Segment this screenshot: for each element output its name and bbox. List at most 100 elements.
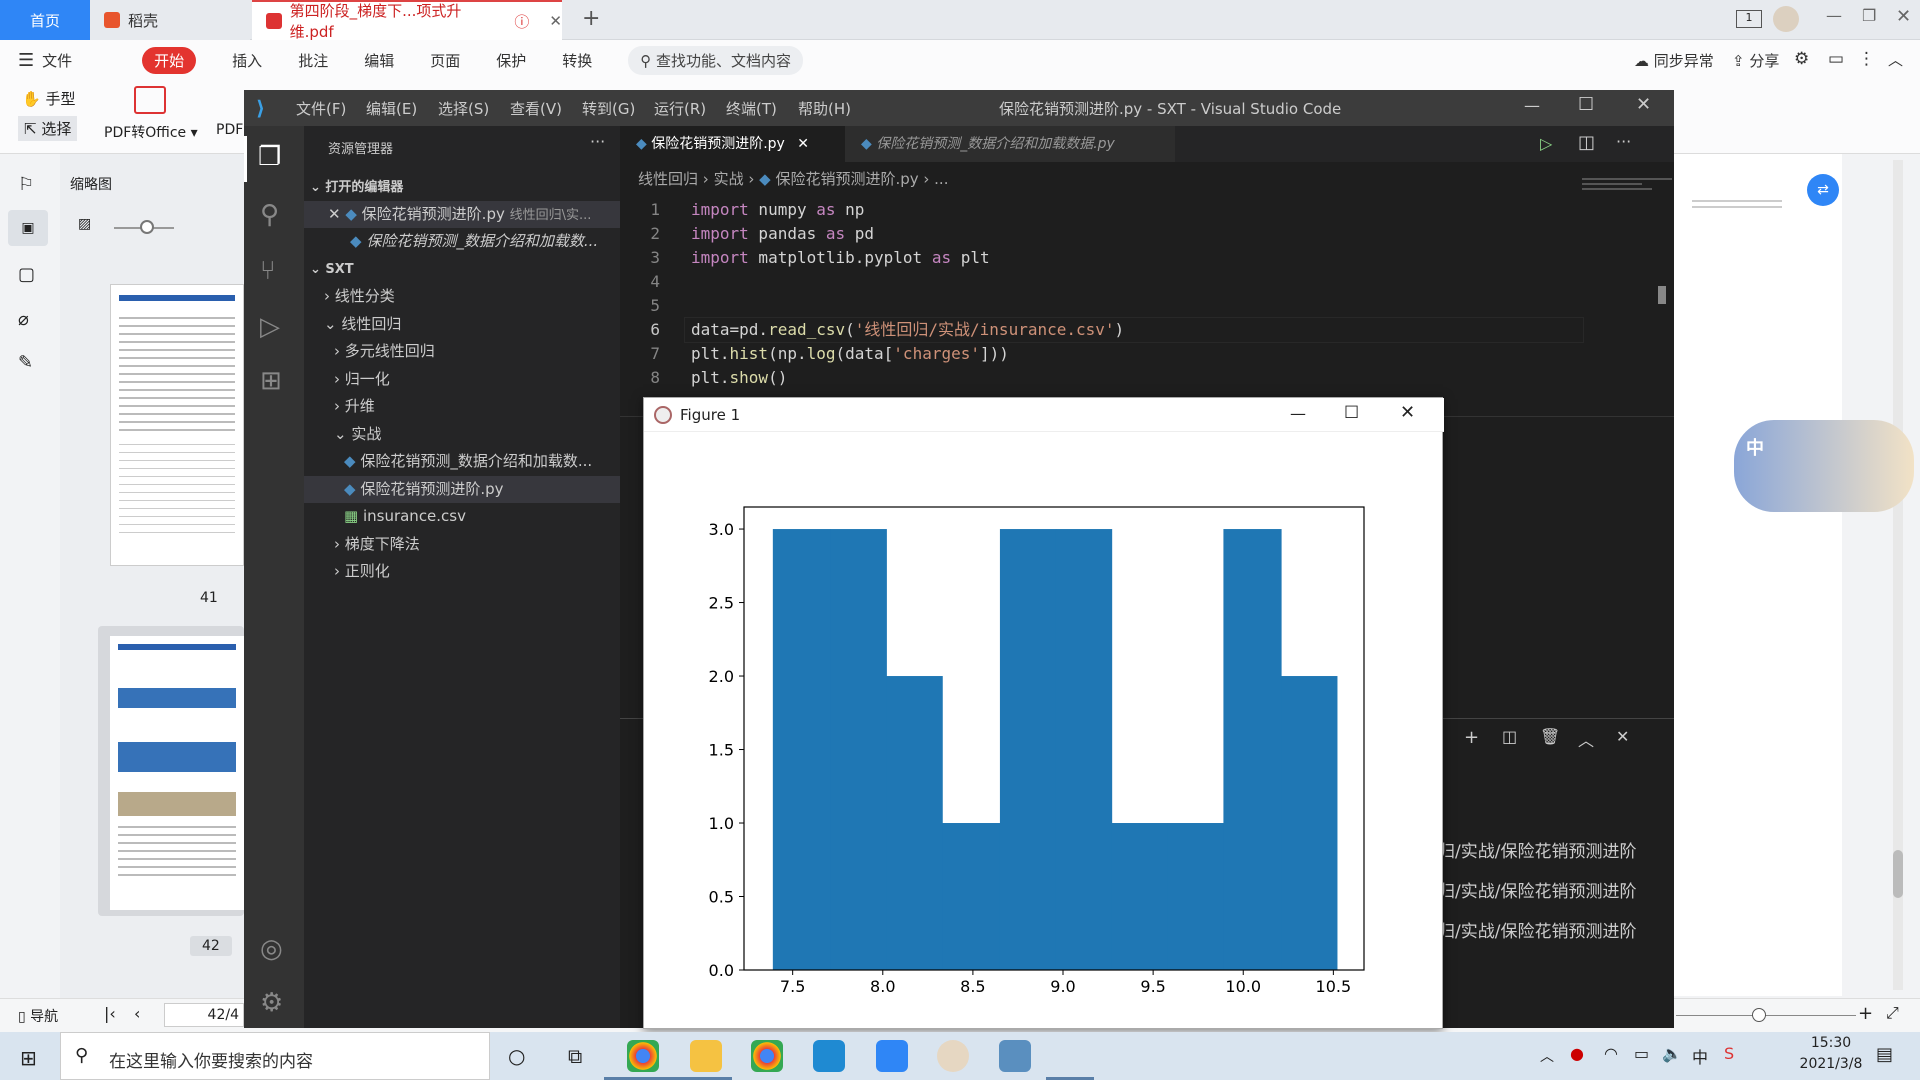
translate-float-icon[interactable]: ⇄ xyxy=(1807,174,1839,206)
collapse-ribbon-icon[interactable]: ︿ xyxy=(1888,49,1903,70)
vs-menu-view[interactable]: 查看(V) xyxy=(510,98,582,119)
pdf-scrollbar[interactable] xyxy=(1893,160,1903,990)
qq-tray-icon[interactable]: ● xyxy=(1570,1044,1584,1063)
zoom-slider-handle[interactable] xyxy=(140,220,154,234)
menu-convert[interactable]: 转换 xyxy=(562,50,592,71)
prev-page-icon[interactable]: ‹ xyxy=(134,1004,140,1023)
wps-home-tab[interactable]: 首页 xyxy=(0,0,90,40)
chrome-icon[interactable] xyxy=(627,1040,659,1072)
vs-menu-go[interactable]: 转到(G) xyxy=(582,98,654,119)
manage-gear-icon[interactable]: ⚙ xyxy=(260,988,283,1018)
minimize-icon[interactable]: — xyxy=(1826,6,1842,25)
menu-page[interactable]: 页面 xyxy=(430,50,460,71)
vs-menu-file[interactable]: 文件(F) xyxy=(296,98,366,119)
chrome-2-icon[interactable] xyxy=(751,1040,783,1072)
explorer-icon[interactable]: ❐ xyxy=(258,142,281,172)
fig-maximize-icon[interactable]: ☐ xyxy=(1344,403,1359,423)
new-terminal-icon[interactable]: + xyxy=(1464,727,1479,748)
code-line[interactable]: plt.hist(np.log(data['charges'])) xyxy=(691,342,1009,366)
close-tab-icon[interactable]: ✕ xyxy=(549,12,562,30)
split-terminal-icon[interactable]: ◫ xyxy=(1502,727,1517,746)
wps-search-box[interactable]: ⚲ 查找功能、文档内容 xyxy=(628,45,804,75)
close-tab-icon[interactable]: ✕ xyxy=(797,136,809,152)
zoom-track[interactable] xyxy=(1676,1015,1856,1016)
menu-annotate[interactable]: 批注 xyxy=(298,50,328,71)
tree-item[interactable]: ◆ 保险花销预测_数据介绍和加载数... xyxy=(304,448,620,475)
tree-item[interactable]: ⌄ 实战 xyxy=(304,421,620,448)
breadcrumb-item[interactable]: ... xyxy=(934,170,948,188)
code-line[interactable]: import matplotlib.pyplot as plt xyxy=(691,246,990,270)
run-file-icon[interactable]: ▷ xyxy=(1540,134,1552,153)
menu-protect[interactable]: 保护 xyxy=(496,50,526,71)
fig-minimize-icon[interactable]: — xyxy=(1290,404,1306,423)
vs-menu-run[interactable]: 运行(R) xyxy=(654,98,726,119)
vs-maximize-icon[interactable]: ☐ xyxy=(1578,94,1594,115)
volume-icon[interactable]: 🔈 xyxy=(1662,1044,1682,1063)
clock-date[interactable]: 2021/3/8 xyxy=(1786,1056,1876,1072)
code-area[interactable]: 1 import numpy as np 2 import pandas as pd 3… xyxy=(620,198,1620,418)
zoom-handle[interactable] xyxy=(1752,1008,1766,1022)
settings-gear-icon[interactable]: ⚙ xyxy=(1794,49,1809,69)
minimap[interactable] xyxy=(1582,174,1672,200)
cortana-icon[interactable]: ○ xyxy=(508,1044,525,1068)
nav-toggle[interactable]: ▯ 导航 xyxy=(18,1006,58,1026)
clock-time[interactable]: 15:30 xyxy=(1786,1035,1876,1051)
source-control-icon[interactable]: ⑂ xyxy=(260,256,276,286)
tree-item[interactable]: ◆ 保险花销预测进阶.py xyxy=(304,475,620,503)
open-editors-header[interactable]: ⌄ 打开的编辑器 xyxy=(304,174,620,201)
hand-tool[interactable]: ✋ 手型 xyxy=(22,88,75,109)
tree-item[interactable]: › 梯度下降法 xyxy=(304,531,620,558)
editor-tab[interactable]: ◆ 保险花销预测_数据介绍和加载数据.py xyxy=(845,126,1175,162)
open-editor-item[interactable]: ◆ 保险花销预测_数据介绍和加载数... xyxy=(304,228,620,255)
breadcrumb-item[interactable]: 保险花销预测进阶.py xyxy=(775,170,918,188)
breadcrumb-item[interactable]: 线性回归 xyxy=(638,170,698,188)
menu-insert[interactable]: 插入 xyxy=(232,50,262,71)
close-window-icon[interactable]: ✕ xyxy=(1896,6,1911,27)
tree-item[interactable]: ▦ insurance.csv xyxy=(304,503,620,530)
tray-expand-icon[interactable]: ︿ xyxy=(1540,1046,1554,1066)
code-line[interactable]: import pandas as pd xyxy=(691,222,874,246)
editor-more-icon[interactable]: ··· xyxy=(1616,132,1631,151)
wps-pdf-tab[interactable]: 第四阶段_梯度下...项式升维.pdf ⓘ ✕ xyxy=(252,0,562,41)
sync-status[interactable]: ☁ 同步异常 xyxy=(1634,50,1714,71)
more-icon[interactable]: ⋮ xyxy=(1858,49,1875,69)
code-line[interactable]: plt.show() xyxy=(691,366,787,390)
vs-close-icon[interactable]: ✕ xyxy=(1636,94,1651,115)
close-panel-icon[interactable]: ✕ xyxy=(1616,727,1629,746)
breadcrumb-item[interactable]: 实战 xyxy=(714,170,744,188)
tree-item[interactable]: › 归一化 xyxy=(304,366,620,393)
menu-file[interactable]: 文件 xyxy=(42,50,72,71)
comment-icon[interactable]: ▭ xyxy=(1828,49,1844,69)
attachment-icon[interactable]: ⌀ xyxy=(18,309,29,330)
close-editor-icon[interactable]: ✕ xyxy=(328,205,341,223)
notification-icon[interactable]: ▤ xyxy=(1876,1044,1893,1065)
user-avatar[interactable] xyxy=(1773,6,1799,32)
editor-tab-active[interactable]: ◆ 保险花销预测进阶.py ✕ xyxy=(620,126,845,162)
code-line[interactable]: import numpy as np xyxy=(691,198,864,222)
fig-close-icon[interactable]: ✕ xyxy=(1400,402,1415,423)
share-button[interactable]: ⇪ 分享 xyxy=(1732,50,1779,71)
task-view-icon[interactable]: ⧉ xyxy=(568,1044,582,1068)
python-taskbar-icon[interactable] xyxy=(999,1040,1031,1072)
account-icon[interactable]: ◎ xyxy=(260,934,283,964)
pdf-tool-label[interactable]: PDF xyxy=(216,122,243,138)
file-explorer-icon[interactable] xyxy=(690,1040,722,1072)
tree-item[interactable]: › 升维 xyxy=(304,393,620,420)
vs-menu-terminal[interactable]: 终端(T) xyxy=(726,98,798,119)
pdf-to-office-button[interactable]: PDF转Office ▾ xyxy=(104,122,198,142)
ime-indicator[interactable]: 中 xyxy=(1692,1044,1708,1068)
restore-icon[interactable]: ❐ xyxy=(1862,6,1876,25)
explorer-more-icon[interactable]: ··· xyxy=(590,132,605,151)
vscode-taskbar-icon[interactable] xyxy=(813,1040,845,1072)
wps-taskbar-icon[interactable] xyxy=(876,1040,908,1072)
select-tool[interactable]: ⇱ 选择 xyxy=(18,116,78,141)
signature-icon[interactable]: ✎ xyxy=(18,352,33,373)
extensions-icon[interactable]: ⊞ xyxy=(260,366,282,396)
zoom-in-icon[interactable]: + xyxy=(1858,1003,1873,1024)
vs-menu-help[interactable]: 帮助(H) xyxy=(798,98,870,119)
thumbnail-page-41[interactable] xyxy=(110,284,244,566)
battery-icon[interactable]: ▭ xyxy=(1634,1044,1649,1063)
hamburger-menu-icon[interactable]: ☰ xyxy=(18,50,34,71)
editor-scrollbar[interactable] xyxy=(1658,286,1666,304)
vs-minimize-icon[interactable]: — xyxy=(1524,96,1540,115)
